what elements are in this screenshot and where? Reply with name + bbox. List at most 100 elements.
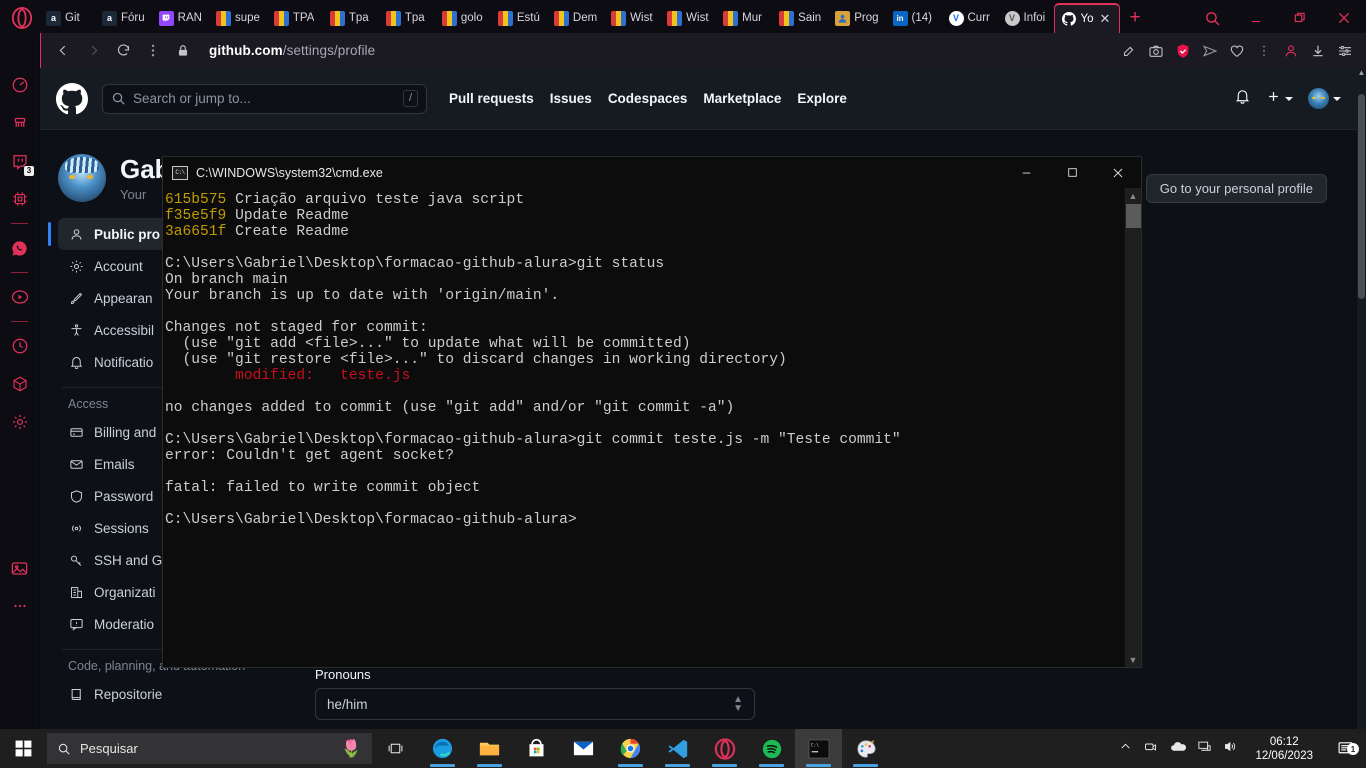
- chevron-up-icon[interactable]: [1119, 740, 1132, 758]
- browser-tab[interactable]: Sain: [772, 3, 828, 33]
- notification-bell-icon[interactable]: [1234, 88, 1251, 110]
- browser-tab[interactable]: Dem: [547, 3, 604, 33]
- chrome-icon[interactable]: [607, 729, 654, 768]
- scroll-up-arrow-icon[interactable]: ▲: [1357, 68, 1366, 77]
- reload-icon[interactable]: [109, 37, 137, 65]
- box-package-icon[interactable]: [0, 365, 39, 403]
- edge-icon[interactable]: [419, 729, 466, 768]
- go-to-personal-profile-button[interactable]: Go to your personal profile: [1145, 174, 1327, 203]
- scroll-down-arrow-icon[interactable]: ▼: [1129, 652, 1138, 667]
- cmd-body[interactable]: 615b575 Criação arquivo teste java scrip…: [163, 188, 1141, 667]
- speed-dial-icon[interactable]: [0, 66, 39, 104]
- opera-menu-logo-icon[interactable]: [8, 4, 36, 32]
- browser-tab[interactable]: Wist: [660, 3, 716, 33]
- restore-button[interactable]: [1278, 3, 1322, 33]
- taskbar-clock[interactable]: 06:12 12/06/2023: [1249, 735, 1319, 763]
- kebab-menu-icon[interactable]: [1251, 37, 1277, 65]
- file-explorer-icon[interactable]: [466, 729, 513, 768]
- profile-icon[interactable]: [1278, 37, 1304, 65]
- pin-edit-icon[interactable]: [1116, 37, 1142, 65]
- vscode-icon[interactable]: [654, 729, 701, 768]
- microsoft-store-icon[interactable]: [513, 729, 560, 768]
- browser-tab[interactable]: Wist: [604, 3, 660, 33]
- spotify-icon[interactable]: [748, 729, 795, 768]
- browser-tab[interactable]: supe: [209, 3, 267, 33]
- cmd-scrollbar[interactable]: ▲ ▼: [1124, 188, 1141, 667]
- search-input[interactable]: Search or jump to... /: [102, 83, 427, 114]
- send-icon[interactable]: [1197, 37, 1223, 65]
- twitch-icon[interactable]: 3: [0, 142, 39, 180]
- kebab-menu-icon[interactable]: [139, 37, 167, 65]
- cmd-scrollbar-thumb[interactable]: [1125, 204, 1141, 228]
- cmd-titlebar[interactable]: C:\ C:\WINDOWS\system32\cmd.exe: [163, 157, 1141, 188]
- settings-sliders-icon[interactable]: [1332, 37, 1358, 65]
- mail-icon[interactable]: [560, 729, 607, 768]
- opera-icon[interactable]: [701, 729, 748, 768]
- onedrive-icon[interactable]: [1169, 738, 1187, 760]
- history-clock-icon[interactable]: [0, 327, 39, 365]
- pronouns-select[interactable]: he/him ▲ ▼: [315, 688, 755, 720]
- close-button[interactable]: [1322, 3, 1366, 33]
- notification-center-icon[interactable]: 1: [1330, 740, 1360, 757]
- gallery-image-icon[interactable]: [0, 549, 39, 587]
- cleaner-icon[interactable]: [0, 104, 39, 142]
- vpn-shield-icon[interactable]: [1170, 37, 1196, 65]
- browser-tab[interactable]: Prog: [828, 3, 885, 33]
- camera-device-icon[interactable]: [1143, 739, 1158, 759]
- sidebar-item-repositories[interactable]: Repositorie: [58, 678, 293, 710]
- forward-arrow-icon[interactable]: [79, 37, 107, 65]
- volume-icon[interactable]: [1223, 739, 1238, 759]
- url-text[interactable]: github.com/settings/profile: [209, 43, 375, 58]
- browser-tab[interactable]: Mur: [716, 3, 772, 33]
- task-view-icon[interactable]: [372, 729, 419, 768]
- heart-icon[interactable]: [1224, 37, 1250, 65]
- nav-codespaces[interactable]: Codespaces: [608, 91, 688, 106]
- browser-tab[interactable]: a Fóru: [95, 3, 152, 33]
- page-scrollbar[interactable]: ▲: [1357, 68, 1366, 729]
- cmd-icon[interactable]: C:\: [795, 729, 842, 768]
- scroll-up-arrow-icon[interactable]: ▲: [1129, 188, 1138, 203]
- close-icon[interactable]: ✕: [1100, 11, 1111, 27]
- new-tab-button[interactable]: +: [1120, 3, 1151, 33]
- browser-tab[interactable]: V Curr: [942, 3, 998, 33]
- tab-label: Fóru: [121, 12, 145, 24]
- browser-tab[interactable]: Estú: [491, 3, 547, 33]
- more-dots-icon[interactable]: [0, 587, 39, 625]
- taskbar-search-input[interactable]: Pesquisar 🌷: [47, 733, 372, 764]
- network-icon[interactable]: [1197, 739, 1212, 759]
- back-arrow-icon[interactable]: [49, 37, 77, 65]
- browser-tab[interactable]: V Infoi: [998, 3, 1054, 33]
- browser-tab[interactable]: golo: [435, 3, 491, 33]
- search-icon[interactable]: [1190, 3, 1234, 33]
- player-icon[interactable]: [0, 278, 39, 316]
- cpu-ram-icon[interactable]: [0, 180, 39, 218]
- github-logo-icon[interactable]: [56, 82, 88, 115]
- profile-avatar[interactable]: [58, 154, 106, 202]
- nav-issues[interactable]: Issues: [550, 91, 592, 106]
- camera-snapshot-icon[interactable]: [1143, 37, 1169, 65]
- windows-start-icon[interactable]: [0, 729, 47, 768]
- browser-tab[interactable]: a Git: [39, 3, 95, 33]
- browser-tab[interactable]: Tpa: [323, 3, 379, 33]
- create-new-button[interactable]: [1266, 89, 1293, 109]
- avatar[interactable]: [1308, 88, 1341, 109]
- nav-explore[interactable]: Explore: [797, 91, 847, 106]
- gear-settings-icon[interactable]: [0, 403, 39, 441]
- browser-tab-active[interactable]: Yo ✕: [1053, 3, 1120, 33]
- close-button[interactable]: [1095, 157, 1141, 188]
- whatsapp-icon[interactable]: [0, 229, 39, 267]
- browser-tab[interactable]: RAN: [152, 3, 209, 33]
- cmd-output[interactable]: 615b575 Criação arquivo teste java scrip…: [163, 188, 1124, 667]
- scrollbar-thumb[interactable]: [1358, 94, 1365, 299]
- maximize-button[interactable]: [1049, 157, 1095, 188]
- nav-pull-requests[interactable]: Pull requests: [449, 91, 534, 106]
- browser-tab[interactable]: Tpa: [379, 3, 435, 33]
- browser-tab[interactable]: in (14): [886, 3, 942, 33]
- paint-icon[interactable]: [842, 729, 889, 768]
- nav-marketplace[interactable]: Marketplace: [703, 91, 781, 106]
- minimize-button[interactable]: [1003, 157, 1049, 188]
- browser-tab[interactable]: TPA: [267, 3, 323, 33]
- minimize-button[interactable]: [1234, 3, 1278, 33]
- lock-icon[interactable]: [169, 37, 197, 65]
- download-icon[interactable]: [1305, 37, 1331, 65]
